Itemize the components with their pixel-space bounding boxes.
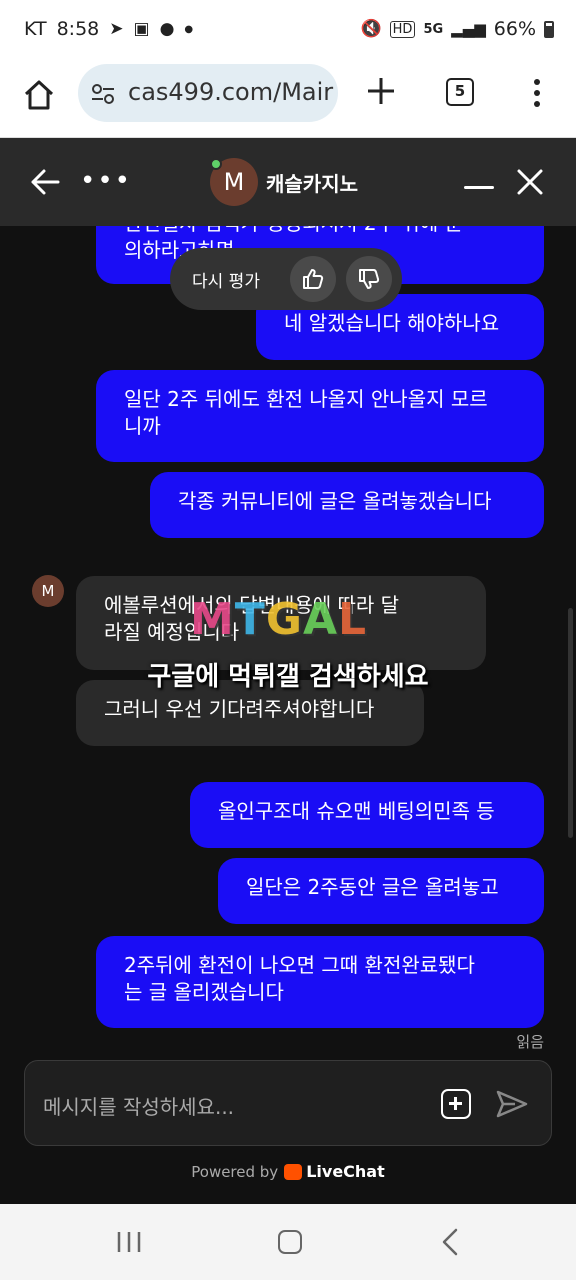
carrier-label: KT [24,18,47,40]
plus-icon[interactable] [364,74,398,108]
watermark-letter: A [302,594,338,645]
back-arrow-icon[interactable] [30,168,60,196]
system-nav-bar [0,1204,576,1280]
chat-scrollbar[interactable] [568,608,573,838]
url-text[interactable]: cas499.com/Mair [128,78,333,106]
gallery-icon: ▣ [133,19,150,39]
watermark-letter: L [338,594,368,645]
message-composer[interactable]: 메시지를 작성하세요... [24,1060,552,1146]
attach-plus-icon[interactable] [441,1089,471,1119]
read-status: 읽음 [516,1033,544,1051]
telegram-icon: ➤ [109,19,124,39]
close-icon[interactable] [516,168,544,196]
rating-popup: 다시 평가 [170,248,402,310]
powered-by-footer[interactable]: Powered by LiveChat [0,1162,576,1181]
talk-icon: ● [159,19,175,39]
message-input[interactable]: 메시지를 작성하세요... [43,1091,234,1120]
battery-percent: 66% [493,18,536,40]
message-bubble-outgoing: 2주뒤에 환전이 나오면 그때 환전완료됐다 는 글 올리겠습니다 [96,936,544,1028]
message-bubble-outgoing: 각종 커뮤니티에 글은 올려놓겠습니다 [150,472,544,538]
thumbs-up-icon[interactable] [290,256,336,302]
watermark-caption: 구글에 먹튀갤 검색하세요 [147,662,429,692]
minimize-icon[interactable] [464,186,494,189]
message-bubble-outgoing: 일단 2주 뒤에도 환전 나올지 안나올지 모르 니까 [96,370,544,462]
agent-avatar: M [32,575,64,607]
dot-icon: ● [184,23,194,35]
chat-header: ••• M 캐슬카지노 [0,138,576,226]
status-right: 🔇 HD 5G ▂▄▆ 66% [360,18,554,40]
online-status-dot [210,158,222,170]
status-bar: KT 8:58 ➤ ▣ ● ● 🔇 HD 5G ▂▄▆ 66% [0,0,576,64]
watermark-letter: M [190,594,235,645]
rating-label: 다시 평가 [192,272,260,292]
watermark-logo: MTGAL [190,594,367,645]
tabs-icon[interactable]: 5 [446,78,474,106]
hd-icon: HD [389,20,416,38]
home-icon[interactable] [20,76,58,114]
thumbs-down-icon[interactable] [346,256,392,302]
status-left: KT 8:58 ➤ ▣ ● ● [24,18,193,40]
livechat-logo-icon [284,1164,303,1180]
chat-title: 캐슬카지노 [266,172,358,196]
signal-icon: ▂▄▆ [451,20,486,38]
more-horiz-icon[interactable]: ••• [80,166,132,196]
recent-apps-icon[interactable] [116,1230,142,1254]
watermark-letter: G [265,594,303,645]
site-settings-icon[interactable] [90,81,116,107]
watermark-letter: T [234,594,266,645]
chat-area[interactable]: 환전절차 점적가 생성되셔서 2주 뒤에 문 의하라고하면 네 알겠습니다 해야… [0,226,576,1204]
browser-toolbar: cas499.com/Mair 5 [0,64,576,138]
livechat-brand[interactable]: LiveChat [306,1162,385,1181]
mute-icon: 🔇 [360,19,382,39]
battery-icon [544,20,554,38]
powered-by-label: Powered by [191,1163,279,1181]
message-bubble-outgoing: 일단은 2주동안 글은 올려놓고 [218,858,544,924]
message-bubble-outgoing: 올인구조대 슈오맨 베팅의민족 등 [190,782,544,848]
url-bar[interactable]: cas499.com/Mair [78,64,338,122]
network-label: 5G [423,21,444,37]
more-vert-icon[interactable] [528,78,546,108]
home-circle-icon[interactable] [278,1230,302,1254]
clock: 8:58 [56,18,100,40]
back-chevron-icon[interactable] [440,1228,460,1256]
send-icon[interactable] [495,1089,529,1119]
